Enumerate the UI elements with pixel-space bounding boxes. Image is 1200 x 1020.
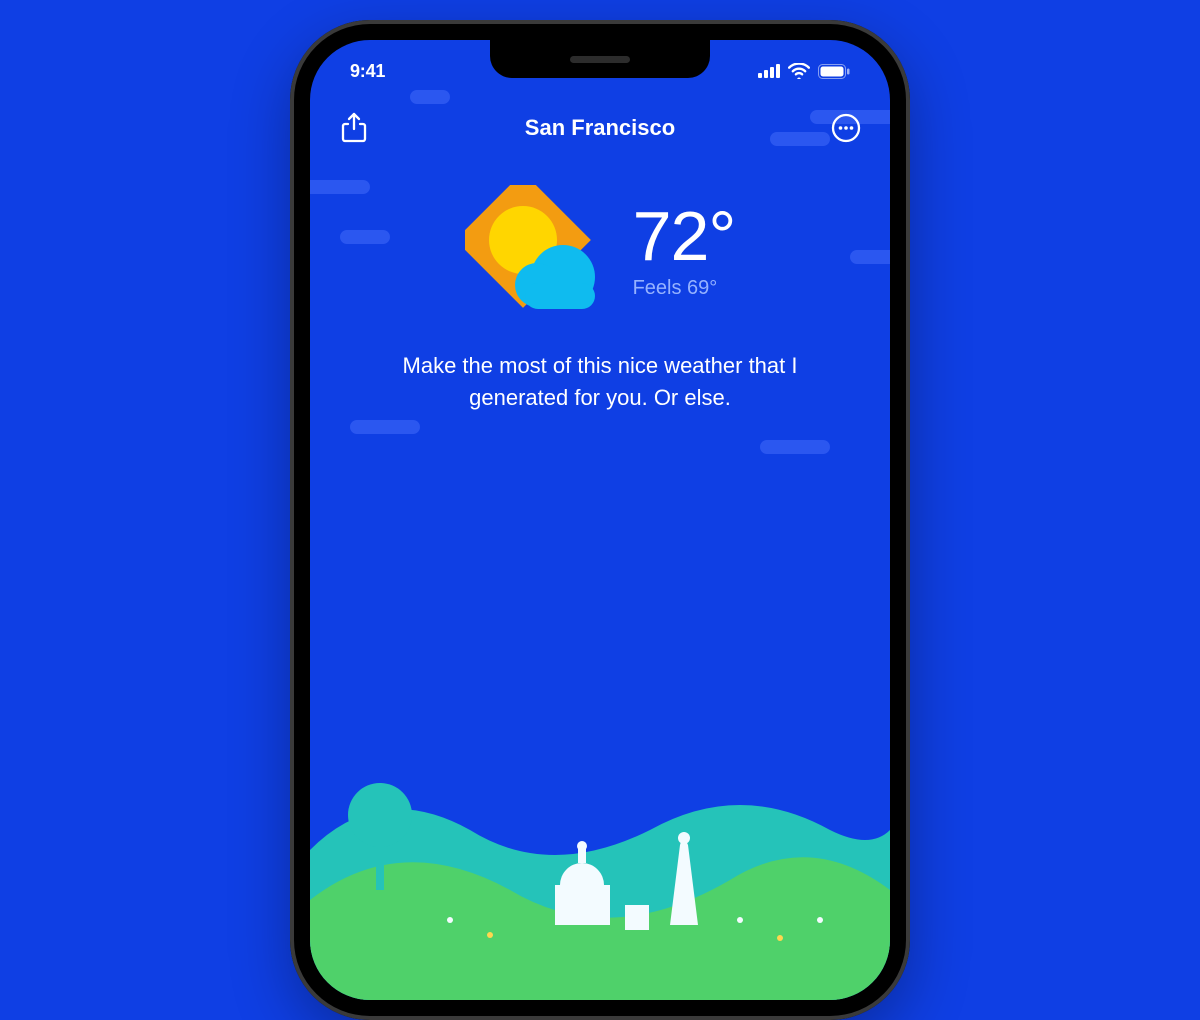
header: San Francisco [310,110,890,146]
signal-icon [758,64,780,78]
weather-summary: Make the most of this nice weather that … [310,350,890,414]
battery-icon [818,64,850,79]
landscape-illustration [310,720,890,1000]
cloud-decoration [350,420,420,434]
more-button[interactable] [828,110,864,146]
phone-frame: 9:41 [290,20,910,1020]
location-title: San Francisco [372,115,828,141]
more-icon [831,113,861,143]
cloud-decoration [410,90,450,104]
weather-hero: 72° Feels 69° [310,185,890,315]
status-time: 9:41 [350,61,385,82]
status-indicators [758,63,850,79]
share-button[interactable] [336,110,372,146]
wifi-icon [788,63,810,79]
temperature-block: 72° Feels 69° [633,201,736,300]
phone-screen: 9:41 [310,40,890,1000]
feels-like: Feels 69° [633,277,736,300]
weather-condition-icon [465,185,605,315]
notch [490,40,710,78]
temperature: 72° [633,201,736,271]
share-icon [341,112,367,144]
cloud-decoration [760,440,830,454]
